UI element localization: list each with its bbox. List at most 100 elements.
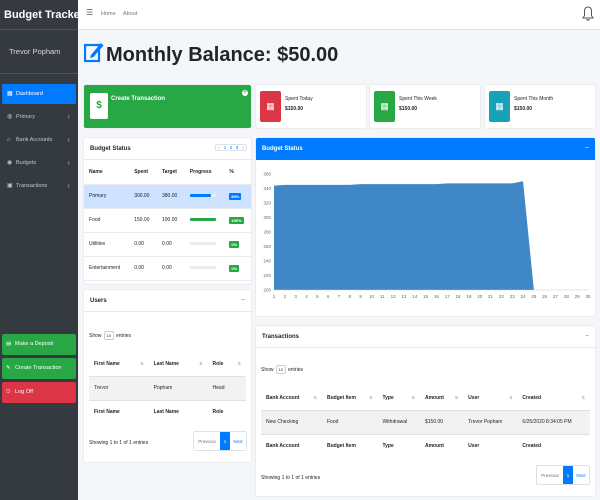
x-tick-label: 25 (531, 294, 537, 299)
page-1-button[interactable]: 1 (220, 432, 230, 450)
users-card: Users − Show 10 entries First Name ⇅ Last Na… (84, 290, 251, 462)
x-tick-label: 17 (445, 294, 451, 299)
sidebar-item-bank-accounts[interactable]: ⌂ Bank Accounts ‹ (2, 130, 76, 150)
create-transaction-box[interactable]: $ Create Transaction + (84, 85, 251, 128)
brand-logo[interactable]: Budget Tracker (0, 0, 84, 30)
budget-name: Entertainment (89, 265, 121, 271)
previous-button[interactable]: Previous (537, 466, 563, 484)
hamburger-menu-icon[interactable]: ☰ (86, 8, 93, 17)
budget-spent: 0.00 (134, 241, 144, 247)
column-footer: User (468, 443, 480, 450)
calendar-icon: ▦ (489, 91, 510, 122)
table-row[interactable]: Entertainment 0.00 0.00 0% (84, 256, 251, 280)
column-header: Progress (189, 168, 212, 175)
wallet-icon: ◍ (7, 114, 13, 120)
pager-next[interactable]: › (240, 145, 246, 150)
card-title: Transactions − (256, 326, 595, 348)
column-header[interactable]: Type ⇅ (377, 386, 420, 410)
column-header[interactable]: Amount ⇅ (420, 386, 463, 410)
x-tick-label: 19 (466, 294, 472, 299)
table-cell: Trevor (94, 385, 109, 391)
column-header[interactable]: Bank Account ⇅ (261, 386, 322, 410)
create-transaction-box-label: Create Transaction (111, 96, 166, 102)
home-link[interactable]: Home (101, 11, 116, 17)
table-cell: 6/25/2020 8:34:05 PM (522, 419, 572, 425)
calendar-icon: ▦ (374, 91, 395, 122)
sidebar-item-dashboard[interactable]: ▦ Dashboard (2, 84, 76, 104)
entries-length-control: Show 10 entries (89, 331, 131, 340)
entries-select[interactable]: 10 (103, 331, 114, 340)
column-footer: Last Name (153, 409, 179, 416)
sidebar-item-label: Transactions (16, 183, 48, 189)
table-row[interactable]: Food 150.00 100.00 150% (84, 208, 251, 232)
table-row[interactable]: Primary 300.00 380.00 80% (84, 184, 251, 208)
log-off-label: Log Off (15, 389, 33, 395)
column-header[interactable]: Role ⇅ (208, 352, 246, 376)
spent-month-box: ▦ Spent This Month $150.00 (485, 85, 595, 128)
sidebar-item-transactions[interactable]: ▣ Transactions ‹ (2, 176, 76, 196)
chevron-left-icon: ‹ (67, 135, 70, 144)
progress-bar (189, 194, 216, 198)
column-footer: Role (212, 409, 224, 416)
x-tick-label: 10 (369, 294, 375, 299)
column-header: % (229, 168, 234, 175)
spent-month-label: Spent This Month (514, 96, 554, 102)
next-button[interactable]: Next (230, 432, 246, 450)
budget-name: Utilities (89, 241, 106, 247)
percent-badge: 150% (229, 216, 244, 224)
budget-name: Food (89, 217, 101, 223)
column-header: Target (162, 168, 177, 175)
budget-status-table: Name Spent Target Progress % Primary 300… (84, 160, 251, 281)
x-tick-label: 9 (359, 294, 362, 299)
create-transaction-button[interactable]: ✎ Create Transaction (2, 358, 76, 379)
y-tick-label: 360 (263, 172, 271, 177)
column-header[interactable]: Created ⇅ (517, 386, 590, 410)
sidebar-actions: ▤ Make a Deposit ✎ Create Transaction ⎋ Log… (2, 334, 76, 406)
table-cell: Food (327, 419, 339, 425)
minimize-icon[interactable]: − (585, 138, 589, 160)
budget-target: 0.00 (162, 265, 172, 271)
column-header[interactable]: User ⇅ (463, 386, 517, 410)
bell-icon[interactable] (582, 6, 594, 22)
x-tick-label: 23 (510, 294, 516, 299)
spent-today-value: $150.00 (285, 106, 304, 112)
spent-month-value: $150.00 (514, 106, 533, 112)
make-deposit-button[interactable]: ▤ Make a Deposit (2, 334, 76, 355)
sidebar-item-budgets[interactable]: ◉ Budgets ‹ (2, 153, 76, 173)
next-button[interactable]: Next (573, 466, 589, 484)
column-header[interactable]: Budget Item ⇅ (322, 386, 377, 410)
sidebar-item-primary[interactable]: ◍ Primary ‹ (2, 107, 76, 127)
table-row[interactable]: Trevor Popham Head (89, 376, 246, 400)
table-cell: Trevor Popham (468, 419, 503, 425)
minimize-icon[interactable]: − (585, 326, 589, 348)
column-footer: Bank Account (266, 443, 300, 450)
y-tick-label: 200 (263, 288, 271, 293)
table-info: Showing 1 to 1 of 1 entries (89, 440, 149, 446)
spent-today-box: ▦ Spent Today $150.00 (256, 85, 366, 128)
user-name[interactable]: Trevor Popham (0, 30, 78, 74)
spent-week-value: $150.00 (399, 106, 418, 112)
dashboard-icon: ▦ (7, 91, 13, 97)
x-tick-label: 16 (434, 294, 440, 299)
sidebar-item-label: Budgets (16, 160, 37, 166)
minimize-icon[interactable]: − (241, 290, 245, 312)
show-label: Show (261, 367, 274, 373)
column-header[interactable]: First Name ⇅ (89, 352, 149, 376)
entries-label: entries (287, 367, 303, 373)
area-series (274, 181, 534, 290)
budget-spent: 0.00 (134, 265, 144, 271)
budget-spent: 150.00 (134, 217, 150, 223)
log-off-button[interactable]: ⎋ Log Off (2, 382, 76, 403)
plus-circle-icon[interactable]: + (242, 90, 248, 96)
entries-select[interactable]: 10 (275, 365, 286, 374)
x-tick-label: 5 (316, 294, 319, 299)
previous-button[interactable]: Previous (194, 432, 220, 450)
table-row[interactable]: Utilities 0.00 0.00 0% (84, 232, 251, 256)
y-tick-label: 340 (263, 186, 271, 191)
column-header[interactable]: Last Name ⇅ (149, 352, 208, 376)
table-row[interactable]: New Checking Food Withdrawal $150.00 Tre… (261, 410, 590, 434)
x-tick-label: 14 (412, 294, 418, 299)
progress-fill (189, 218, 216, 222)
page-1-button[interactable]: 1 (563, 466, 573, 484)
about-link[interactable]: About (123, 11, 137, 17)
